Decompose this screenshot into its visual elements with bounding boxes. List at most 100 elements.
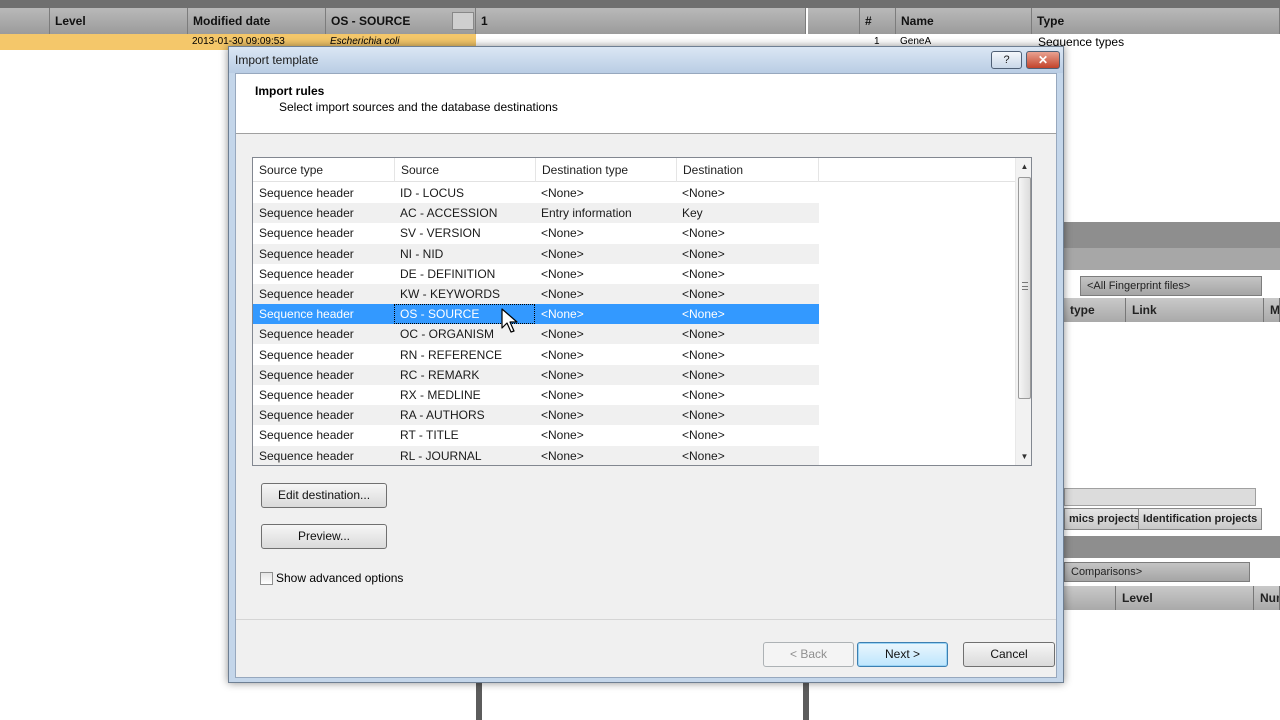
cell-source[interactable]: RT - TITLE [394, 425, 535, 445]
cell-source[interactable]: DE - DEFINITION [394, 264, 535, 284]
import-rule-row[interactable]: Sequence header KW - KEYWORDS <None> <None> [253, 284, 819, 304]
column-source-type[interactable]: Source type [253, 158, 395, 182]
cell-destination[interactable]: Key [676, 203, 819, 223]
edit-destination-button[interactable]: Edit destination... [261, 483, 387, 508]
column-source[interactable]: Source [395, 158, 536, 182]
scroll-thumb[interactable] [1018, 177, 1031, 399]
import-rule-row[interactable]: Sequence header RT - TITLE <None> <None> [253, 425, 819, 445]
dialog-title-bar[interactable]: Import template ? ✕ [229, 47, 1063, 73]
import-rule-row[interactable]: Sequence header RX - MEDLINE <None> <None> [253, 385, 819, 405]
cell-destination-type[interactable]: <None> [535, 385, 676, 405]
scroll-up-icon[interactable]: ▲ [1016, 158, 1031, 175]
column-destination[interactable]: Destination [677, 158, 819, 182]
import-rules-list[interactable]: Source type Source Destination type Dest… [252, 157, 1032, 466]
column-header-type[interactable]: Type [1032, 8, 1280, 34]
cell-source-type[interactable]: Sequence header [253, 345, 394, 365]
help-button[interactable]: ? [991, 51, 1022, 69]
tab-identification-projects[interactable]: Identification projects [1138, 508, 1263, 530]
cell-source[interactable]: NI - NID [394, 244, 535, 264]
lower-column-number[interactable]: Num [1254, 586, 1280, 610]
lower-column-level[interactable]: Level [1116, 586, 1254, 610]
cell-source-type[interactable]: Sequence header [253, 405, 394, 425]
filter-dropdown-icon[interactable] [452, 12, 474, 30]
cell-destination-type[interactable]: <None> [535, 183, 676, 203]
cell-source-type[interactable]: Sequence header [253, 264, 394, 284]
cell-source[interactable]: KW - KEYWORDS [394, 284, 535, 304]
cell-destination-type[interactable]: <None> [535, 223, 676, 243]
cell-source[interactable]: RA - AUTHORS [394, 405, 535, 425]
horizontal-scrollbar[interactable] [1064, 488, 1256, 506]
cell-destination-type[interactable]: <None> [535, 345, 676, 365]
import-rule-row[interactable]: Sequence header RA - AUTHORS <None> <None> [253, 405, 819, 426]
comparisons-filter-dropdown[interactable]: Comparisons> [1064, 562, 1250, 582]
splitter-left[interactable] [476, 683, 482, 720]
cell-source-type[interactable]: Sequence header [253, 385, 394, 405]
cell-source[interactable]: ID - LOCUS [394, 183, 535, 203]
lower-column-blank[interactable] [1064, 586, 1116, 610]
cell-source-type[interactable]: Sequence header [253, 324, 394, 344]
import-rule-row[interactable]: Sequence header RN - REFERENCE <None> <None… [253, 345, 819, 365]
column-header-modified-date[interactable]: Modified date [188, 8, 326, 34]
import-rule-row[interactable]: Sequence header RL - JOURNAL <None> <None> [253, 445, 819, 465]
cell-destination[interactable]: <None> [676, 345, 819, 365]
cell-destination-type[interactable]: <None> [535, 284, 676, 304]
link-column-link[interactable]: Link [1126, 298, 1264, 322]
cell-destination[interactable]: <None> [676, 385, 819, 405]
close-button[interactable]: ✕ [1026, 51, 1060, 69]
cell-destination[interactable]: <None> [676, 183, 819, 203]
column-destination-type[interactable]: Destination type [536, 158, 677, 182]
column-header-index[interactable]: # [860, 8, 896, 34]
show-advanced-label[interactable]: Show advanced options [276, 571, 403, 585]
cell-destination[interactable]: <None> [676, 244, 819, 264]
cell-destination-type[interactable]: <None> [535, 425, 676, 445]
experiment-row-type[interactable]: Sequence types [1034, 34, 1234, 50]
cell-source-type[interactable]: Sequence header [253, 365, 394, 385]
column-header-level[interactable]: Level [50, 8, 188, 34]
cell-destination-type[interactable]: <None> [535, 446, 676, 465]
import-rule-row[interactable]: Sequence header OC - ORGANISM <None> <None> [253, 324, 819, 345]
cancel-button[interactable]: Cancel [963, 642, 1055, 667]
cell-source-type[interactable]: Sequence header [253, 425, 394, 445]
cell-destination-type[interactable]: <None> [535, 365, 676, 385]
cell-destination[interactable]: <None> [676, 324, 819, 344]
column-header-blank[interactable] [0, 8, 50, 34]
column-header-name[interactable]: Name [896, 8, 1032, 34]
splitter-right[interactable] [803, 683, 809, 720]
cell-destination-type[interactable]: <None> [535, 324, 676, 344]
cell-source-type[interactable]: Sequence header [253, 183, 394, 203]
back-button[interactable]: < Back [763, 642, 854, 667]
cell-destination-type[interactable]: <None> [535, 304, 676, 324]
import-rule-row[interactable]: Sequence header RC - REMARK <None> <None> [253, 364, 819, 385]
show-advanced-checkbox[interactable] [260, 572, 273, 585]
column-header-checkbox[interactable] [808, 8, 860, 34]
link-column-type[interactable]: type [1064, 298, 1126, 322]
next-button[interactable]: Next > [857, 642, 948, 667]
entry-row-level[interactable] [0, 34, 188, 50]
import-rule-row[interactable]: Sequence header ID - LOCUS <None> <None> [253, 183, 819, 203]
cell-source-type[interactable]: Sequence header [253, 203, 394, 223]
cell-source[interactable]: AC - ACCESSION [394, 203, 535, 223]
cell-source-type[interactable]: Sequence header [253, 446, 394, 465]
list-vertical-scrollbar[interactable]: ▲ ▼ [1015, 158, 1031, 465]
import-rule-row[interactable]: Sequence header OS - SOURCE <None> <None> [253, 304, 819, 325]
link-column-more[interactable]: M [1264, 298, 1280, 322]
column-header-number[interactable]: 1 [476, 8, 806, 34]
import-rule-row[interactable]: Sequence header DE - DEFINITION <None> <Non… [253, 264, 819, 284]
cell-source-type[interactable]: Sequence header [253, 284, 394, 304]
preview-button[interactable]: Preview... [261, 524, 387, 549]
import-rule-row[interactable]: Sequence header AC - ACCESSION Entry infor… [253, 203, 819, 224]
scroll-down-icon[interactable]: ▼ [1016, 448, 1031, 465]
cell-source[interactable]: RC - REMARK [394, 365, 535, 385]
cell-source[interactable]: SV - VERSION [394, 223, 535, 243]
cell-source-type[interactable]: Sequence header [253, 223, 394, 243]
cell-source[interactable]: RL - JOURNAL [394, 446, 535, 465]
import-rule-row[interactable]: Sequence header NI - NID <None> <None> [253, 243, 819, 264]
cell-destination[interactable]: <None> [676, 264, 819, 284]
tab-omics-projects[interactable]: mics projects [1064, 508, 1145, 530]
cell-source[interactable]: RN - REFERENCE [394, 345, 535, 365]
cell-destination-type[interactable]: <None> [535, 405, 676, 425]
import-rule-row[interactable]: Sequence header SV - VERSION <None> <None> [253, 223, 819, 243]
cell-destination-type[interactable]: <None> [535, 264, 676, 284]
cell-destination[interactable]: <None> [676, 304, 819, 324]
cell-destination[interactable]: <None> [676, 365, 819, 385]
